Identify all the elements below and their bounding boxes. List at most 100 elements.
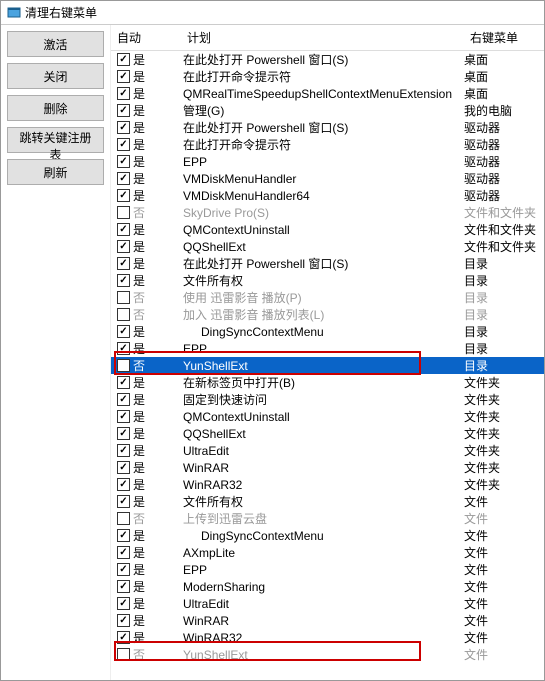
table-row[interactable]: 否上传到迅雷云盘文件	[111, 510, 544, 527]
plan-label: AXmpLite	[181, 546, 464, 560]
table-row[interactable]: 是文件所有权文件	[111, 493, 544, 510]
table-row[interactable]: 否YunShellExt文件	[111, 646, 544, 663]
table-row[interactable]: 是UltraEdit文件	[111, 595, 544, 612]
menu-label: 文件夹	[464, 391, 544, 408]
header-auto[interactable]: 自动	[111, 25, 181, 50]
row-checkbox[interactable]	[117, 580, 130, 593]
table-row[interactable]: 是VMDiskMenuHandler64驱动器	[111, 187, 544, 204]
menu-label: 文件夹	[464, 408, 544, 425]
table-row[interactable]: 是AXmpLite文件	[111, 544, 544, 561]
row-checkbox[interactable]	[117, 631, 130, 644]
row-checkbox[interactable]	[117, 597, 130, 610]
table-row[interactable]: 是WinRAR文件	[111, 612, 544, 629]
table-row[interactable]: 否使用 迅雷影音 播放(P)目录	[111, 289, 544, 306]
row-checkbox[interactable]	[117, 240, 130, 253]
row-checkbox[interactable]	[117, 529, 130, 542]
table-row[interactable]: 是EPP文件	[111, 561, 544, 578]
row-checkbox[interactable]	[117, 274, 130, 287]
table-row[interactable]: 是QMContextUninstall文件夹	[111, 408, 544, 425]
row-checkbox[interactable]	[117, 189, 130, 202]
table-row[interactable]: 是EPP驱动器	[111, 153, 544, 170]
plan-label: DingSyncContextMenu	[181, 529, 464, 543]
refresh-button[interactable]: 刷新	[7, 159, 104, 185]
row-checkbox[interactable]	[117, 563, 130, 576]
close-button[interactable]: 关闭	[7, 63, 104, 89]
table-row[interactable]: 是EPP目录	[111, 340, 544, 357]
row-checkbox[interactable]	[117, 257, 130, 270]
table-row[interactable]: 是 固定到快速访问文件夹	[111, 391, 544, 408]
row-checkbox[interactable]	[117, 376, 130, 389]
header-menu[interactable]: 右键菜单	[464, 25, 544, 50]
row-checkbox[interactable]	[117, 393, 130, 406]
row-checkbox[interactable]	[117, 53, 130, 66]
auto-label: 是	[133, 391, 145, 408]
row-checkbox[interactable]	[117, 155, 130, 168]
row-checkbox[interactable]	[117, 206, 130, 219]
row-checkbox[interactable]	[117, 444, 130, 457]
row-checkbox[interactable]	[117, 648, 130, 661]
table-row[interactable]: 是QMRealTimeSpeedupShellContextMenuExtens…	[111, 85, 544, 102]
table-row[interactable]: 是WinRAR32文件夹	[111, 476, 544, 493]
row-checkbox[interactable]	[117, 87, 130, 100]
table-row[interactable]: 否加入 迅雷影音 播放列表(L)目录	[111, 306, 544, 323]
table-row[interactable]: 是QMContextUninstall文件和文件夹	[111, 221, 544, 238]
table-row[interactable]: 是在此处打开 Powershell 窗口(S)桌面	[111, 51, 544, 68]
table-row[interactable]: 是QQShellExt文件夹	[111, 425, 544, 442]
plan-label: 固定到快速访问	[181, 391, 464, 408]
row-checkbox[interactable]	[117, 70, 130, 83]
plan-label: 文件所有权	[181, 272, 464, 289]
table-row[interactable]: 是在此处打开 Powershell 窗口(S)目录	[111, 255, 544, 272]
auto-label: 是	[133, 170, 145, 187]
table-row[interactable]: 是DingSyncContextMenu目录	[111, 323, 544, 340]
table-row[interactable]: 否SkyDrive Pro(S)文件和文件夹	[111, 204, 544, 221]
row-checkbox[interactable]	[117, 104, 130, 117]
table-row[interactable]: 是UltraEdit文件夹	[111, 442, 544, 459]
table-row[interactable]: 是文件所有权目录	[111, 272, 544, 289]
table-row[interactable]: 是在此处打开 Powershell 窗口(S)驱动器	[111, 119, 544, 136]
row-checkbox[interactable]	[117, 495, 130, 508]
row-checkbox[interactable]	[117, 546, 130, 559]
auto-label: 是	[133, 374, 145, 391]
table-row[interactable]: 是在此打开命令提示符桌面	[111, 68, 544, 85]
delete-button[interactable]: 删除	[7, 95, 104, 121]
row-checkbox[interactable]	[117, 308, 130, 321]
table-row[interactable]: 是在新标签页中打开(B)文件夹	[111, 374, 544, 391]
row-checkbox[interactable]	[117, 291, 130, 304]
table-row[interactable]: 是VMDiskMenuHandler驱动器	[111, 170, 544, 187]
plan-label: 在此处打开 Powershell 窗口(S)	[181, 255, 464, 272]
auto-label: 是	[133, 578, 145, 595]
main-list[interactable]: 自动 计划 右键菜单 是在此处打开 Powershell 窗口(S)桌面是在此打…	[111, 25, 544, 680]
table-row[interactable]: 是WinRAR32文件	[111, 629, 544, 646]
table-row[interactable]: 是ModernSharing文件	[111, 578, 544, 595]
auto-label: 否	[133, 357, 145, 374]
row-checkbox[interactable]	[117, 223, 130, 236]
header-plan[interactable]: 计划	[181, 25, 464, 50]
row-checkbox[interactable]	[117, 121, 130, 134]
row-checkbox[interactable]	[117, 427, 130, 440]
menu-label: 目录	[464, 323, 544, 340]
table-row[interactable]: 是在此打开命令提示符驱动器	[111, 136, 544, 153]
row-checkbox[interactable]	[117, 461, 130, 474]
jump-registry-button[interactable]: 跳转关键注册表	[7, 127, 104, 153]
row-checkbox[interactable]	[117, 359, 130, 372]
row-checkbox[interactable]	[117, 172, 130, 185]
table-row[interactable]: 是管理(G)我的电脑	[111, 102, 544, 119]
table-row[interactable]: 是DingSyncContextMenu文件	[111, 527, 544, 544]
plan-label: QMRealTimeSpeedupShellContextMenuExtensi…	[181, 87, 464, 101]
row-checkbox[interactable]	[117, 512, 130, 525]
auto-label: 是	[133, 544, 145, 561]
table-row[interactable]: 否YunShellExt目录	[111, 357, 544, 374]
row-checkbox[interactable]	[117, 614, 130, 627]
row-checkbox[interactable]	[117, 342, 130, 355]
table-row[interactable]: 是WinRAR文件夹	[111, 459, 544, 476]
plan-label: QMContextUninstall	[181, 410, 464, 424]
titlebar[interactable]: 清理右键菜单	[1, 1, 544, 25]
row-checkbox[interactable]	[117, 325, 130, 338]
column-headers[interactable]: 自动 计划 右键菜单	[111, 25, 544, 51]
row-checkbox[interactable]	[117, 478, 130, 491]
row-checkbox[interactable]	[117, 138, 130, 151]
menu-label: 文件	[464, 595, 544, 612]
activate-button[interactable]: 激活	[7, 31, 104, 57]
table-row[interactable]: 是QQShellExt文件和文件夹	[111, 238, 544, 255]
row-checkbox[interactable]	[117, 410, 130, 423]
